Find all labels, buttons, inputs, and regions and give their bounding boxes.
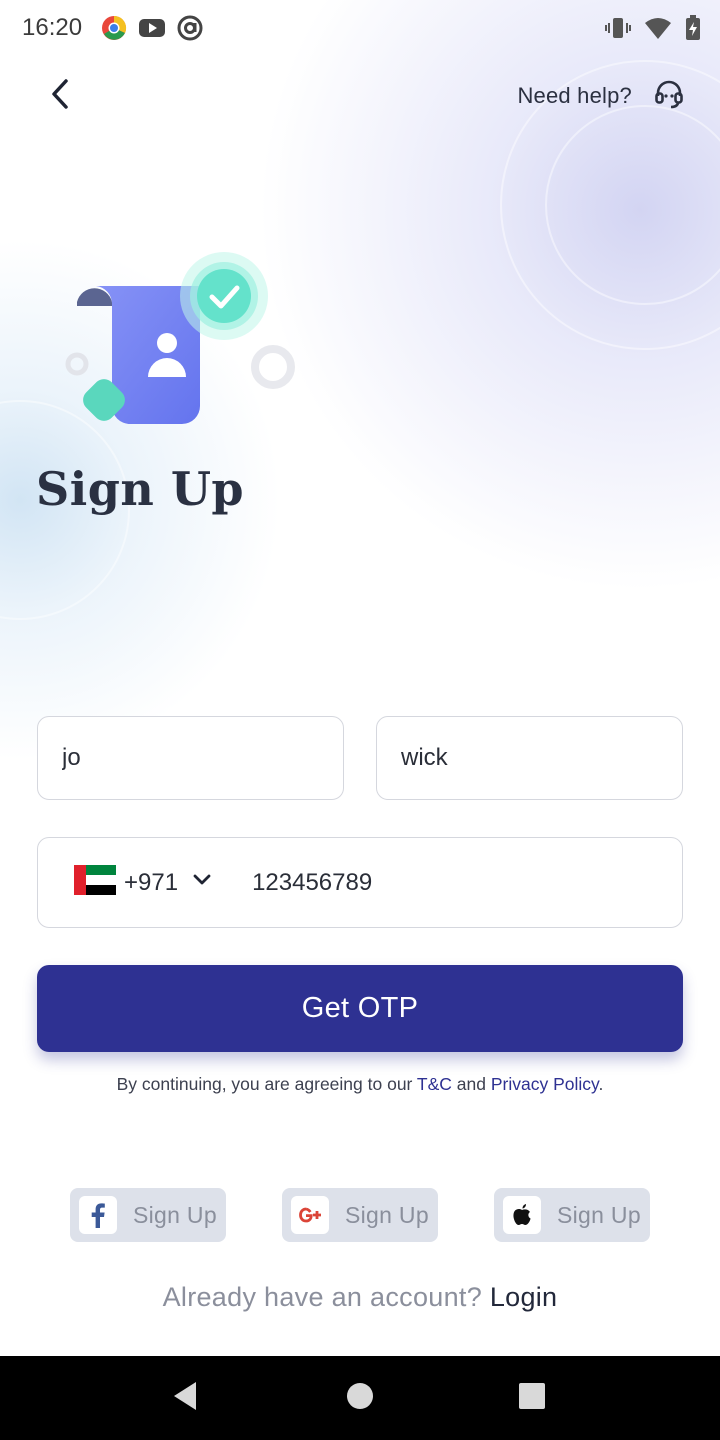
user-profile-check-illustration [60,246,310,436]
help-link[interactable]: Need help? [517,72,684,120]
country-code-picker[interactable]: +971 [74,865,212,900]
status-system-icons [604,14,702,47]
chevron-left-icon [48,77,72,116]
status-time: 16:20 [22,14,83,41]
nav-home-button[interactable] [300,1356,420,1440]
phone-field[interactable]: +971 [37,837,683,928]
country-code: +971 [124,868,179,896]
apple-signup-label: Sign Up [557,1201,641,1228]
login-link[interactable]: Login [490,1282,558,1312]
terms-conjunction: and [451,1074,491,1094]
first-name-input[interactable] [62,744,343,772]
google-signup-label: Sign Up [345,1201,429,1228]
google-plus-icon [291,1196,329,1234]
youtube-icon [138,14,166,47]
at-sign-icon [176,14,204,47]
status-bar: 16:20 [0,0,720,56]
first-name-field[interactable] [37,716,344,800]
uae-flag-icon [74,865,116,900]
navigation-bar [0,1356,720,1440]
battery-charging-icon [684,14,702,47]
apple-signup-button[interactable]: Sign Up [494,1188,650,1242]
circle-home-icon [346,1382,374,1415]
square-recents-icon [518,1382,546,1415]
help-label: Need help? [517,83,632,108]
nav-back-button[interactable] [125,1356,245,1440]
google-signup-button[interactable]: Sign Up [282,1188,438,1242]
terms-suffix: . [598,1074,604,1094]
login-row: Already have an account? Login [0,1282,720,1313]
facebook-icon [79,1196,117,1234]
chevron-down-icon [192,873,212,892]
background [0,0,720,1356]
get-otp-button[interactable]: Get OTP [37,965,683,1052]
headset-icon [654,79,684,114]
chrome-icon [100,14,128,47]
terms-notice: By continuing, you are agreeing to our T… [0,1074,720,1095]
vibrate-icon [604,14,632,47]
back-button[interactable] [36,70,84,122]
tc-link[interactable]: T&C [417,1074,452,1094]
terms-prefix: By continuing, you are agreeing to our [116,1074,417,1094]
facebook-signup-button[interactable]: Sign Up [70,1188,226,1242]
nav-recents-button[interactable] [472,1356,592,1440]
privacy-policy-link[interactable]: Privacy Policy [491,1074,599,1094]
triangle-back-icon [170,1380,200,1417]
phone-number-input[interactable] [252,868,682,897]
status-app-icons [100,14,204,47]
last-name-field[interactable] [376,716,683,800]
last-name-input[interactable] [401,744,682,772]
facebook-signup-label: Sign Up [133,1201,217,1228]
page-title: Sign Up [36,462,245,516]
wifi-icon [644,14,672,47]
login-prompt: Already have an account? [162,1282,490,1312]
apple-icon [503,1196,541,1234]
